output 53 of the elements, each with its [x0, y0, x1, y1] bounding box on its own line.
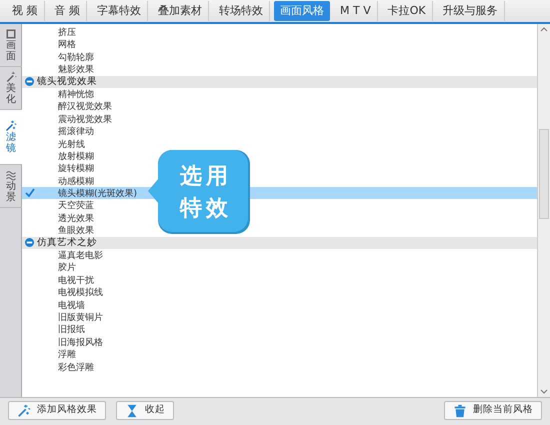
delete-button[interactable]: 删除当前风格	[444, 401, 542, 420]
group-header[interactable]: 仿真艺术之妙	[22, 236, 537, 250]
magic-wand-icon	[17, 404, 31, 418]
scroll-up-icon[interactable]	[540, 26, 548, 32]
film-icon	[5, 28, 17, 40]
effect-item[interactable]: 网格	[22, 38, 537, 51]
collapse-icon[interactable]	[25, 77, 34, 86]
effect-item[interactable]: 精神恍惚	[22, 88, 537, 100]
effect-item[interactable]: 电视模拟线	[22, 286, 537, 299]
tab[interactable]: 叠加素材	[152, 1, 209, 21]
effect-item[interactable]: 放射模糊	[22, 150, 537, 162]
effect-item[interactable]: 光射线	[22, 138, 537, 150]
tab[interactable]: 转场特效	[213, 1, 270, 21]
wave-icon	[5, 169, 17, 181]
tab[interactable]: 音 频	[48, 1, 87, 21]
tab[interactable]: 视 频	[6, 1, 44, 21]
effect-item[interactable]: 醉汉视觉效果	[22, 100, 537, 113]
effect-item[interactable]: 浮雕	[22, 348, 537, 361]
hourglass-icon	[125, 404, 139, 418]
toolbar-button[interactable]: 添加风格效果	[8, 401, 106, 420]
scroll-down-icon[interactable]	[540, 389, 548, 395]
sidebar-tab[interactable]: 滤镜	[0, 110, 22, 165]
tab[interactable]: 字幕特效	[91, 1, 148, 21]
group-label: 镜头视觉效果	[37, 76, 97, 88]
tab[interactable]: 卡拉OK	[382, 1, 433, 21]
effect-item[interactable]: 旧版黄铜片	[22, 310, 537, 324]
effect-item[interactable]: 彩色浮雕	[22, 360, 537, 373]
magic-wand-icon	[5, 120, 17, 132]
trash-icon	[453, 404, 467, 418]
scroll-thumb[interactable]	[539, 129, 549, 219]
collapse-icon[interactable]	[25, 238, 34, 248]
check-icon	[25, 188, 35, 198]
effect-item[interactable]: 摇滚律动	[22, 125, 537, 138]
effect-item[interactable]: 鱼眼效果	[22, 224, 537, 237]
tab[interactable]: 画面风格	[274, 1, 330, 21]
tab[interactable]: M T V	[334, 1, 378, 21]
callout-text: 选用	[180, 164, 232, 190]
effect-item[interactable]: 旧海报风格	[22, 336, 537, 348]
toolbar-button[interactable]: 收起	[116, 401, 174, 420]
effect-item[interactable]: 挤压	[22, 26, 537, 38]
effect-item[interactable]: 逼真老电影	[22, 249, 537, 262]
effect-item[interactable]: 胶片	[22, 261, 537, 274]
scrollbar[interactable]	[537, 24, 550, 397]
effect-item[interactable]: 魅影效果	[22, 63, 537, 76]
group-header[interactable]: 镜头视觉效果	[22, 76, 537, 88]
tab[interactable]: 升级与服务	[436, 1, 505, 21]
effect-item[interactable]: 电视墙	[22, 298, 537, 311]
effect-item[interactable]: 电视干扰	[22, 274, 537, 286]
effect-item[interactable]: 旧报纸	[22, 323, 537, 336]
group-label: 仿真艺术之妙	[37, 236, 97, 250]
wand-icon	[5, 71, 17, 83]
effect-item[interactable]: 勾勒轮廓	[22, 50, 537, 64]
effect-item[interactable]: 震动视觉效果	[22, 112, 537, 126]
